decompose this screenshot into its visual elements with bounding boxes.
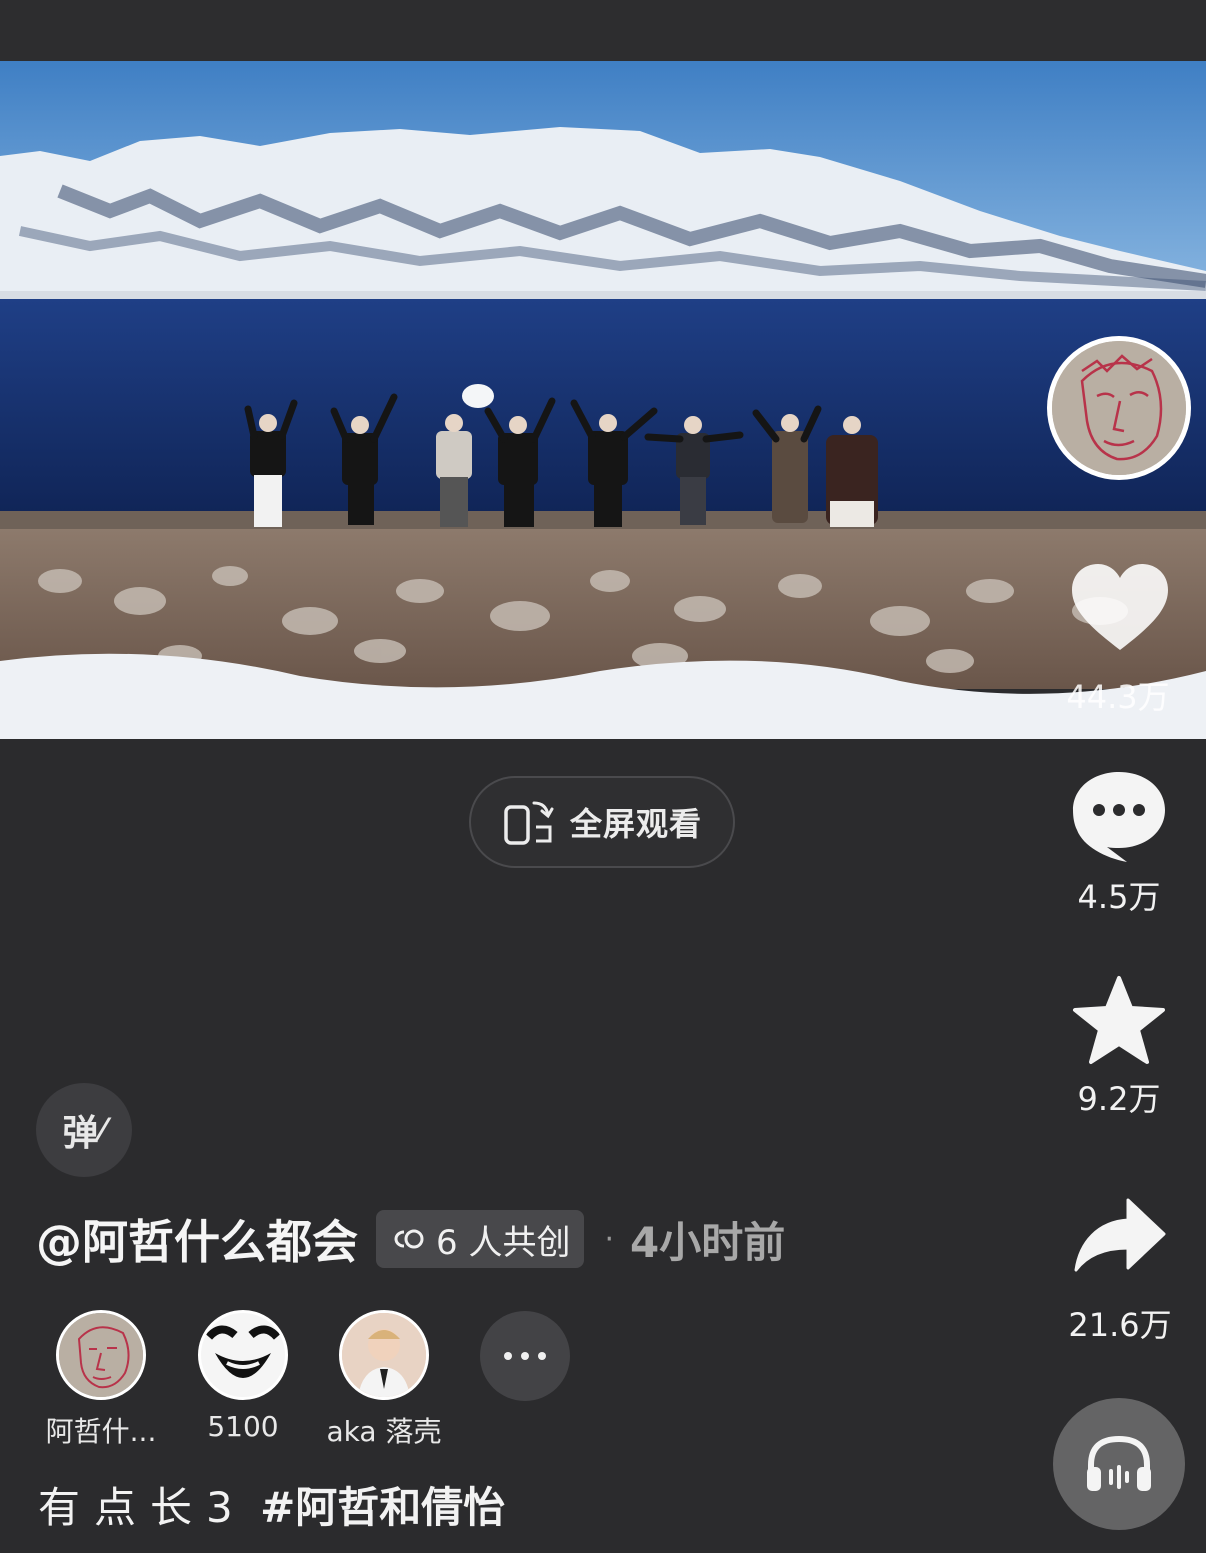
phone-rotate-icon xyxy=(504,801,554,845)
avatar xyxy=(56,1310,146,1400)
collaborator-item[interactable]: aka 落壳 xyxy=(314,1310,454,1450)
cocreate-label: 6 人共创 xyxy=(436,1222,571,1263)
headphones-icon xyxy=(1087,1435,1151,1491)
collaborator-name: 阿哲什... xyxy=(45,1415,157,1448)
star-icon xyxy=(1073,976,1165,1064)
danmu-toggle-button[interactable]: 弹 ⁄ xyxy=(36,1083,132,1177)
share-count: 21.6万 xyxy=(1068,1306,1172,1344)
favorite-button[interactable]: 9.2万 xyxy=(1039,974,1199,1120)
post-time: 4小时前 xyxy=(630,1217,786,1267)
person-photo-avatar xyxy=(342,1313,426,1397)
favorite-count: 9.2万 xyxy=(1077,1080,1161,1118)
video-player[interactable] xyxy=(0,61,1206,739)
link-icon xyxy=(394,1229,424,1249)
heart-icon xyxy=(1072,564,1168,650)
comment-button[interactable]: 4.5万 xyxy=(1039,768,1199,918)
separator-dot: · xyxy=(604,1221,614,1257)
cocreate-badge[interactable]: 6 人共创 xyxy=(376,1210,585,1268)
author-avatar[interactable] xyxy=(1047,336,1191,480)
status-bar xyxy=(0,0,1206,61)
avatar xyxy=(339,1310,429,1400)
post-meta-line: @阿哲什么都会 6 人共创 · 4小时前 xyxy=(36,1208,785,1270)
post-caption: 有点长3 #阿哲和倩怡 xyxy=(38,1474,505,1535)
video-frame xyxy=(0,61,1206,739)
chat-bubble-icon xyxy=(1073,772,1165,862)
listen-button[interactable] xyxy=(1053,1398,1185,1530)
ellipsis-icon xyxy=(504,1352,546,1360)
sketch-face-avatar xyxy=(59,1313,143,1397)
avatar xyxy=(198,1310,288,1400)
share-arrow-icon xyxy=(1074,1198,1166,1272)
fullscreen-button[interactable]: 全屏观看 xyxy=(469,776,735,868)
more-collaborators-button[interactable] xyxy=(480,1311,570,1401)
fullscreen-label: 全屏观看 xyxy=(569,805,702,843)
comment-count: 4.5万 xyxy=(1077,878,1161,916)
danmu-label: 弹 xyxy=(62,1113,99,1154)
caption-text: 有点长3 xyxy=(38,1483,247,1532)
share-button[interactable]: 21.6万 xyxy=(1040,1196,1200,1346)
collaborator-item[interactable]: 阿哲什... xyxy=(31,1310,171,1450)
mask-face-avatar xyxy=(201,1313,285,1397)
like-button[interactable] xyxy=(1040,562,1200,658)
collaborator-name: 5100 xyxy=(207,1410,279,1443)
collaborator-name: aka 落壳 xyxy=(326,1415,442,1448)
danmu-slash-icon: ⁄ xyxy=(100,1112,106,1148)
collaborator-item[interactable]: 5100 xyxy=(173,1310,313,1443)
like-count: 44.3万 xyxy=(1066,678,1170,716)
sketch-face-avatar xyxy=(1052,341,1186,475)
author-name-link[interactable]: @阿哲什么都会 xyxy=(36,1206,358,1272)
hashtag-link[interactable]: #阿哲和倩怡 xyxy=(260,1483,505,1532)
